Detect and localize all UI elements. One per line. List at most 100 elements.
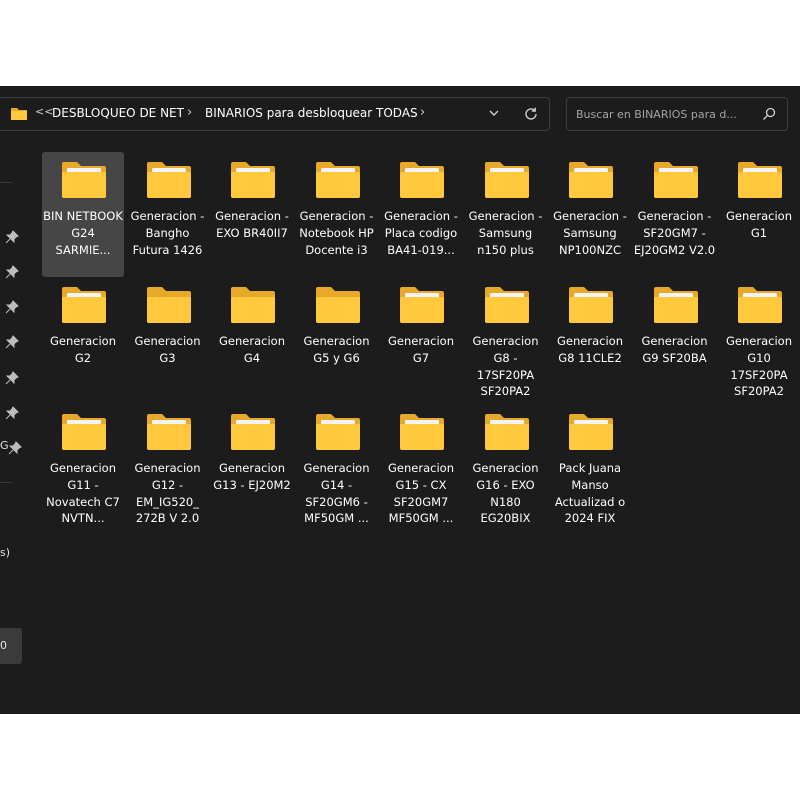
folder-icon xyxy=(62,287,106,323)
folder-icon xyxy=(231,287,275,323)
folder-label: Generacion - Placa codigo BA41-019... xyxy=(384,209,458,257)
folder-label: Generacion G10 17SF20PA SF20PA2 xyxy=(726,334,792,399)
folder-label: Generacion - EXO BR40II7 xyxy=(215,209,289,240)
folder-item[interactable]: Generacion G2 xyxy=(42,277,124,402)
nav-item-label: 0 xyxy=(0,639,7,652)
folder-label: Generacion G9 SF20BA xyxy=(641,334,708,365)
folder-item[interactable]: Generacion G5 y G6 xyxy=(296,277,378,402)
pin-icon[interactable] xyxy=(5,371,19,385)
folder-icon xyxy=(569,414,613,450)
folder-item[interactable]: Generacion G8 - 17SF20PA SF20PA2 xyxy=(465,277,547,402)
folder-label: Generacion G8 11CLE2 xyxy=(557,334,623,365)
folder-icon xyxy=(231,414,275,450)
folder-icon xyxy=(146,414,191,450)
folder-label: Generacion - SF20GM7 - EJ20GM2 V2.0 xyxy=(633,209,716,257)
folder-item[interactable]: Generacion G15 - CX SF20GM7 MF50GM ... xyxy=(380,404,462,529)
folder-icon xyxy=(62,414,106,450)
folder-label: Generacion - Notebook HP Docente i3 xyxy=(299,209,374,257)
nav-item-label[interactable]: s) xyxy=(0,546,10,559)
folder-label: Generacion G4 xyxy=(219,334,285,365)
folder-icon xyxy=(62,162,106,198)
folder-item[interactable]: Generacion G11 - Novatech C7 NVTN... xyxy=(42,404,124,529)
folder-label: Generacion G7 xyxy=(388,334,454,365)
folder-item[interactable]: Generacion G16 - EXO N180 EG20BIX xyxy=(465,404,547,529)
address-bar[interactable]: << DESBLOQUEO DE NET › BINARIOS para des… xyxy=(0,97,550,131)
nav-divider xyxy=(0,482,12,483)
folder-icon xyxy=(400,287,444,323)
folder-icon xyxy=(315,162,360,198)
pin-icon[interactable] xyxy=(5,335,19,349)
search-input[interactable] xyxy=(576,106,756,122)
folder-icon xyxy=(569,287,613,323)
folder-label: Generacion G12 - EM_IG520_ 272B V 2.0 xyxy=(134,461,201,526)
folder-item[interactable]: Generacion - Placa codigo BA41-019... xyxy=(380,152,462,277)
search-box[interactable] xyxy=(566,97,788,131)
folder-icon xyxy=(315,414,360,450)
nav-divider xyxy=(0,182,12,183)
pin-icon[interactable] xyxy=(8,441,22,455)
breadcrumb-separator-icon[interactable]: › xyxy=(420,105,425,120)
folder-icon xyxy=(569,162,613,198)
folder-item[interactable]: Generacion G1 xyxy=(718,152,800,277)
folder-item[interactable]: Generacion G13 - EJ20M2 xyxy=(211,404,293,529)
folder-icon xyxy=(315,287,360,323)
folder-item[interactable]: Generacion - Bangho Futura 1426 xyxy=(127,152,209,277)
folder-item[interactable]: BIN NETBOOK G24 SARMIE... xyxy=(42,152,124,278)
folder-label: Generacion - Samsung NP100NZC xyxy=(553,209,627,257)
folder-icon xyxy=(484,414,529,450)
folder-label: Generacion G3 xyxy=(134,334,201,365)
folder-item[interactable]: Generacion - Samsung n150 plus xyxy=(465,152,547,277)
pin-icon[interactable] xyxy=(5,230,19,244)
folder-item[interactable]: Generacion - SF20GM7 - EJ20GM2 V2.0 xyxy=(634,152,716,277)
breadcrumb-item-binarios[interactable]: BINARIOS para desbloquear TODAS xyxy=(205,106,418,120)
folder-item[interactable]: Generacion - Notebook HP Docente i3 xyxy=(296,152,378,277)
folder-item[interactable]: Generacion G8 11CLE2 xyxy=(549,277,631,402)
folder-label: Generacion G14 - SF20GM6 - MF50GM ... xyxy=(303,461,370,526)
folder-label: Generacion G13 - EJ20M2 xyxy=(213,461,291,492)
folder-label: Generacion G2 xyxy=(50,334,116,365)
breadcrumb-item-desbloqueo[interactable]: DESBLOQUEO DE NET xyxy=(52,106,184,120)
folder-item[interactable]: Pack Juana Manso Actualizad o 2024 FIX xyxy=(549,404,631,529)
pin-icon[interactable] xyxy=(5,300,19,314)
folder-item[interactable]: Generacion G4 xyxy=(211,277,293,402)
folder-icon xyxy=(738,162,782,198)
folder-icon xyxy=(484,287,529,323)
folder-icon xyxy=(146,162,191,198)
folder-label: Generacion G1 xyxy=(726,209,792,240)
folder-item[interactable]: Generacion G7 xyxy=(380,277,462,402)
folder-item[interactable]: Generacion - Samsung NP100NZC xyxy=(549,152,631,277)
folder-label: Generacion G16 - EXO N180 EG20BIX xyxy=(472,461,539,526)
folder-item[interactable]: Generacion - EXO BR40II7 xyxy=(211,152,293,277)
folder-grid: BIN NETBOOK G24 SARMIE... Generacion - Ba… xyxy=(42,152,800,712)
navigation-pane: G s) 0 xyxy=(0,142,27,714)
breadcrumb-overflow-button[interactable]: << xyxy=(35,105,53,118)
folder-item[interactable]: Generacion G9 SF20BA xyxy=(634,277,716,402)
folder-label: Generacion G5 y G6 xyxy=(303,334,370,365)
pin-icon[interactable] xyxy=(5,265,19,279)
file-explorer-window: << DESBLOQUEO DE NET › BINARIOS para des… xyxy=(0,86,800,714)
folder-item[interactable]: Generacion G14 - SF20GM6 - MF50GM ... xyxy=(296,404,378,529)
pin-icon[interactable] xyxy=(5,406,19,420)
folder-icon xyxy=(653,287,698,323)
folder-icon xyxy=(11,108,27,120)
folder-label: Generacion - Bangho Futura 1426 xyxy=(130,209,205,257)
folder-label: BIN NETBOOK G24 SARMIE... xyxy=(43,209,123,257)
nav-item-selected[interactable]: 0 xyxy=(0,628,22,664)
folder-label: Generacion G8 - 17SF20PA SF20PA2 xyxy=(472,334,539,399)
folder-item[interactable]: Generacion G12 - EM_IG520_ 272B V 2.0 xyxy=(127,404,209,529)
search-icon[interactable] xyxy=(761,106,777,122)
folder-icon xyxy=(400,414,444,450)
chevron-down-icon[interactable] xyxy=(486,105,502,121)
folder-icon xyxy=(738,287,782,323)
folder-icon xyxy=(484,162,529,198)
folder-label: Generacion - Samsung n150 plus xyxy=(468,209,543,257)
folder-item[interactable]: Generacion G3 xyxy=(127,277,209,402)
folder-label: Pack Juana Manso Actualizad o 2024 FIX xyxy=(554,461,626,526)
folder-item[interactable]: Generacion G10 17SF20PA SF20PA2 xyxy=(718,277,800,402)
refresh-icon[interactable] xyxy=(522,105,540,123)
folder-icon xyxy=(146,287,191,323)
breadcrumb-separator-icon[interactable]: › xyxy=(187,105,192,120)
folder-label: Generacion G15 - CX SF20GM7 MF50GM ... xyxy=(388,461,454,526)
folder-label: Generacion G11 - Novatech C7 NVTN... xyxy=(46,461,120,526)
folder-icon xyxy=(400,162,444,198)
